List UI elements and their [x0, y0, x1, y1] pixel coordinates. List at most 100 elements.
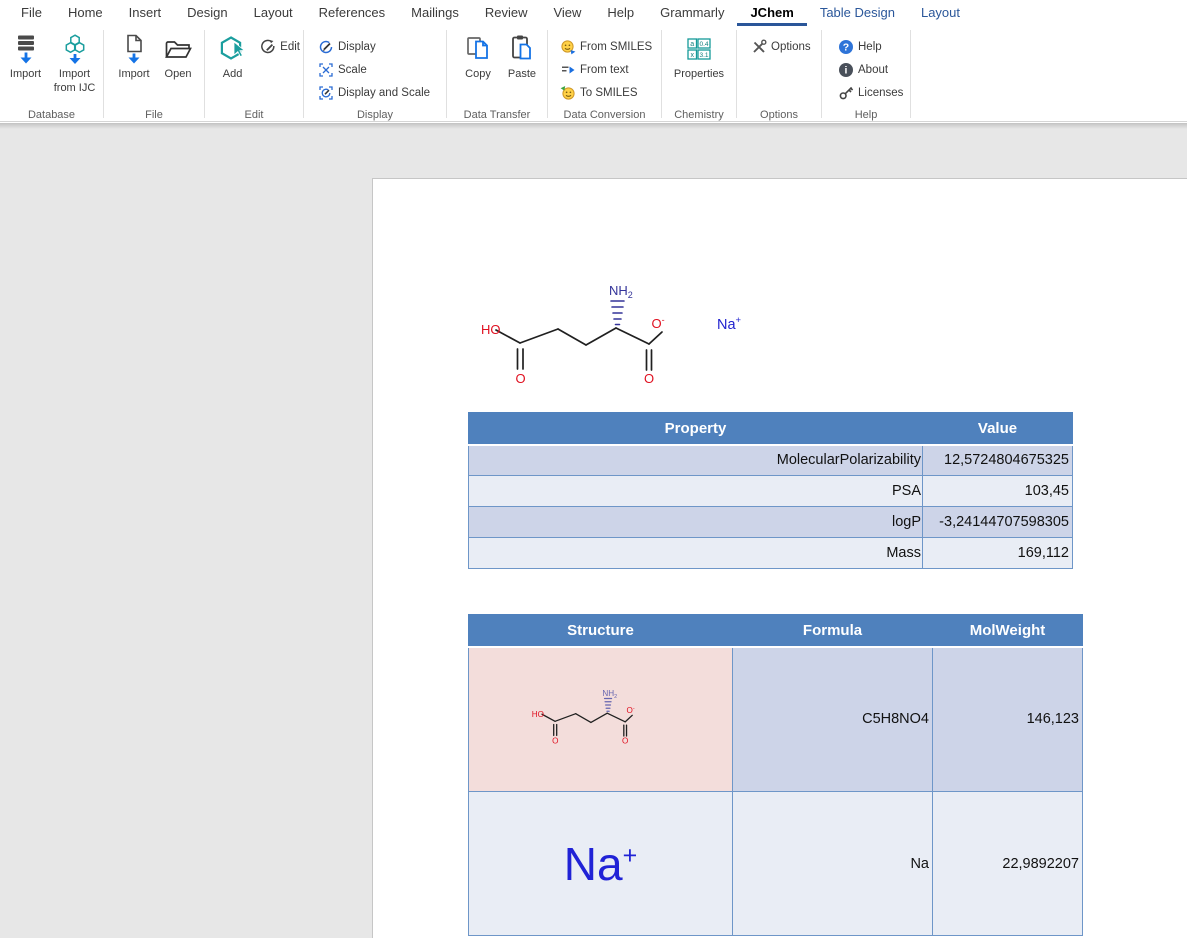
tab-design[interactable]: Design [174, 0, 240, 26]
structure-cell-sodium[interactable]: Na+ [469, 792, 733, 936]
property-name-cell[interactable]: MolecularPolarizability [469, 445, 923, 476]
property-value-cell[interactable]: 12,5724804675325 [923, 445, 1073, 476]
properties-table[interactable]: Property Value MolecularPolarizability 1… [468, 412, 1073, 569]
tab-help[interactable]: Help [594, 0, 647, 26]
header-property[interactable]: Property [469, 413, 923, 445]
scale-button[interactable]: Scale [314, 58, 446, 81]
property-value-cell[interactable]: 103,45 [923, 476, 1073, 507]
header-formula[interactable]: Formula [733, 615, 933, 647]
formula-cell[interactable]: C5H8NO4 [733, 647, 933, 792]
tab-view[interactable]: View [540, 0, 594, 26]
open-folder-icon [161, 32, 195, 66]
table-row: logP -3,24144707598305 [469, 507, 1073, 538]
atom-label-nh2: NH2 [609, 283, 633, 300]
group-edit: Add Edit Edit [205, 26, 303, 122]
edit-structure-button[interactable]: Edit [256, 35, 303, 58]
formula-cell[interactable]: Na [733, 792, 933, 936]
display-button[interactable]: Display [314, 35, 446, 58]
header-value[interactable]: Value [923, 413, 1073, 445]
help-button[interactable]: ? Help [834, 35, 910, 58]
ribbon-shadow [0, 123, 1187, 129]
group-display: Display Scale [304, 26, 446, 122]
property-name-cell[interactable]: Mass [469, 538, 923, 569]
tab-file[interactable]: File [8, 0, 55, 26]
tab-layout-contextual[interactable]: Layout [908, 0, 973, 26]
group-label-data-conversion: Data Conversion [548, 109, 661, 121]
key-icon [837, 84, 854, 101]
document-canvas: HO O O O- NH2 Na+ Property Value Molecul… [0, 123, 1187, 938]
group-help: ? Help i About [822, 26, 910, 122]
structure-cell-glutamate[interactable]: HO O O O- NH2 [469, 647, 733, 792]
file-import-button[interactable]: Import [112, 30, 156, 82]
tab-review[interactable]: Review [472, 0, 541, 26]
table-row: MolecularPolarizability 12,5724804675325 [469, 445, 1073, 476]
add-structure-button[interactable]: Add [213, 30, 252, 82]
svg-text:O-: O- [627, 706, 635, 715]
button-label: Add [223, 68, 243, 82]
properties-grid-icon: a 0.4 x 3.1 [682, 32, 716, 66]
atom-label-o-minus: O- [651, 315, 664, 331]
tab-jchem[interactable]: JChem [737, 0, 806, 26]
table-row: Mass 169,112 [469, 538, 1073, 569]
glutamate-structure-thumbnail: HO O O O- NH2 [523, 682, 648, 753]
button-label: Licenses [858, 87, 903, 99]
header-structure[interactable]: Structure [469, 615, 733, 647]
svg-text:a: a [690, 41, 694, 48]
about-info-icon: i [837, 61, 854, 78]
group-label-display: Display [304, 109, 446, 121]
ribbon-tab-bar: File Home Insert Design Layout Reference… [0, 0, 1187, 26]
document-import-icon [117, 32, 151, 66]
button-label: Import from IJC [48, 68, 101, 96]
copy-button[interactable]: Copy [456, 30, 500, 82]
property-value-cell[interactable]: 169,112 [923, 538, 1073, 569]
options-button[interactable]: Options [747, 35, 821, 58]
glutamate-structure-object[interactable]: HO O O O- NH2 [461, 271, 691, 401]
table-row: Na+ Na 22,9892207 [469, 792, 1083, 936]
about-button[interactable]: i About [834, 58, 910, 81]
to-smiles-button[interactable]: To SMILES [556, 81, 661, 104]
database-import-icon [9, 32, 43, 66]
svg-text:0.4: 0.4 [699, 41, 708, 48]
tab-table-design[interactable]: Table Design [807, 0, 908, 26]
button-label: Import [10, 68, 41, 82]
molweight-cell[interactable]: 146,123 [933, 647, 1083, 792]
database-import-button[interactable]: Import [3, 30, 48, 82]
header-molweight[interactable]: MolWeight [933, 615, 1083, 647]
group-label-file: File [104, 109, 204, 121]
tab-insert[interactable]: Insert [116, 0, 175, 26]
display-and-scale-button[interactable]: Display and Scale [314, 81, 446, 104]
open-button[interactable]: Open [156, 30, 200, 82]
atom-label-o-left: O [515, 371, 525, 386]
tab-mailings[interactable]: Mailings [398, 0, 472, 26]
document-page[interactable]: HO O O O- NH2 Na+ Property Value Molecul… [372, 178, 1187, 938]
button-label: Import [118, 68, 149, 82]
from-smiles-button[interactable]: From SMILES [556, 35, 661, 58]
property-name-cell[interactable]: logP [469, 507, 923, 538]
import-from-ijc-button[interactable]: Import from IJC [48, 30, 101, 96]
property-name-cell[interactable]: PSA [469, 476, 923, 507]
button-label: Paste [508, 68, 536, 82]
properties-button[interactable]: a 0.4 x 3.1 Properties [668, 30, 730, 82]
licenses-button[interactable]: Licenses [834, 81, 910, 104]
from-text-button[interactable]: From text [556, 58, 661, 81]
from-smiles-smiley-icon [559, 38, 576, 55]
button-label: Edit [280, 41, 300, 53]
structures-table[interactable]: Structure Formula MolWeight [468, 614, 1083, 936]
button-label: Options [771, 41, 811, 53]
group-options: Options Options [737, 26, 821, 122]
group-label-help: Help [822, 109, 910, 121]
paste-button[interactable]: Paste [500, 30, 544, 82]
tab-grammarly[interactable]: Grammarly [647, 0, 737, 26]
group-chemistry: a 0.4 x 3.1 Properties Chemistry [662, 26, 736, 122]
hexagons-import-icon [58, 32, 92, 66]
copy-icon [461, 32, 495, 66]
property-value-cell[interactable]: -3,24144707598305 [923, 507, 1073, 538]
tools-icon [750, 38, 767, 55]
button-label: From text [580, 64, 629, 76]
svg-text:O: O [552, 736, 558, 745]
molweight-cell[interactable]: 22,9892207 [933, 792, 1083, 936]
tab-layout[interactable]: Layout [241, 0, 306, 26]
tab-references[interactable]: References [306, 0, 398, 26]
tab-home[interactable]: Home [55, 0, 116, 26]
button-label: To SMILES [580, 87, 638, 99]
